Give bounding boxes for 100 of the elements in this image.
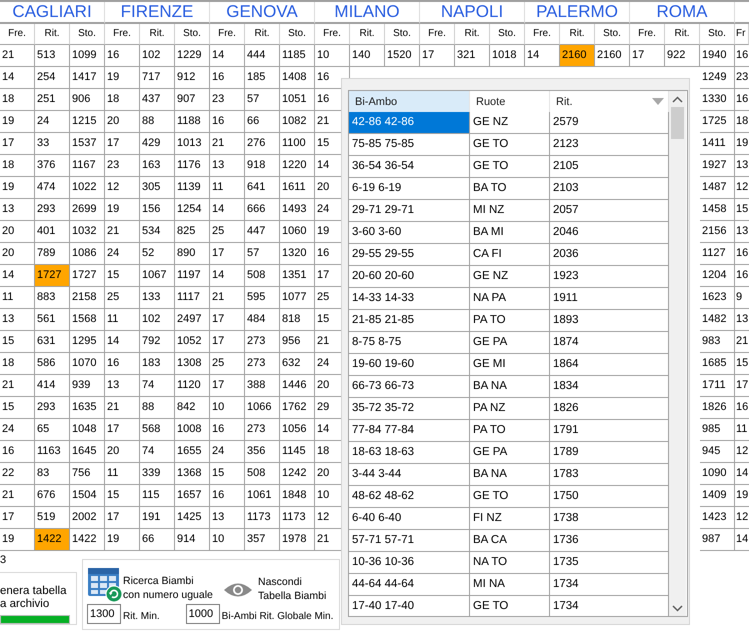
table-cell: 66 [245,111,280,133]
table-cell: 19 [105,529,140,551]
table-cell[interactable]: GE NZ [470,266,550,288]
city-header: MILANO [315,2,420,24]
table-cell[interactable]: 19-60 19-60 [349,354,470,376]
table-cell[interactable]: 44-64 44-64 [349,574,470,596]
table-cell: 1197 [175,265,210,287]
table-cell[interactable]: 29-55 29-55 [349,244,470,266]
table-cell[interactable]: NA PA [470,288,550,310]
city-header: ROMA [630,2,735,24]
table-cell[interactable]: FI NZ [470,508,550,530]
input-field[interactable]: 1000 [186,604,220,624]
table-cell[interactable]: GE NZ [470,112,550,134]
table-cell: 15 [210,463,245,485]
table-cell: 24 [35,111,70,133]
table-cell[interactable]: MI NA [470,574,550,596]
table-cell[interactable]: 3-44 3-44 [349,464,470,486]
table-cell[interactable]: MI NZ [470,200,550,222]
table-cell: 1215 [70,111,105,133]
hide-button-label[interactable]: Nascondi Tabella Biambi [258,575,326,603]
table-cell: 1032 [70,221,105,243]
table-cell: 1368 [175,463,210,485]
table-cell: 1657 [175,485,210,507]
table-cell[interactable]: BA TO [470,178,550,200]
table-cell[interactable]: 8-75 8-75 [349,332,470,354]
table-cell: 10 [210,397,245,419]
table-cell[interactable]: 57-71 57-71 [349,530,470,552]
column-header: Fre. [0,24,35,45]
table-cell: 595 [245,287,280,309]
table-cell: 632 [280,353,315,375]
table-cell[interactable]: GE MI [470,354,550,376]
table-cell: 17 [105,419,140,441]
column-header: Sto. [490,24,525,45]
table-cell: 1978 [280,529,315,551]
table-cell: 513 [35,45,70,67]
table-cell[interactable]: 20-60 20-60 [349,266,470,288]
table-cell[interactable]: 77-84 77-84 [349,420,470,442]
table-cell[interactable]: 29-71 29-71 [349,200,470,222]
table-cell: 1308 [175,353,210,375]
input-field[interactable]: 1300 [87,604,121,624]
table-cell: 74 [140,375,175,397]
table-cell[interactable]: 17-40 17-40 [349,596,470,616]
table-cell[interactable]: BA MI [470,222,550,244]
table-cell: 1826 [700,397,735,419]
table-cell: 792 [140,331,175,353]
table-cell: 1295 [70,331,105,353]
table-cell: 1417 [70,67,105,89]
table-cell: 825 [175,221,210,243]
table-cell[interactable]: 36-54 36-54 [349,156,470,178]
table-cell[interactable]: BA CA [470,530,550,552]
table-cell: 2158 [70,287,105,309]
table-cell: 983 [700,331,735,353]
table-cell[interactable]: 6-19 6-19 [349,178,470,200]
table-cell[interactable]: 3-60 3-60 [349,222,470,244]
table-cell[interactable]: NA TO [470,552,550,574]
table-cell: 1056 [280,419,315,441]
table-cell[interactable]: BA NA [470,464,550,486]
table-cell: 906 [70,89,105,111]
table-cell[interactable]: GE PA [470,332,550,354]
table-cell[interactable]: CA FI [470,244,550,266]
table-cell[interactable]: 14-33 14-33 [349,288,470,310]
table-cell: 16 [210,419,245,441]
table-cell[interactable]: PA TO [470,420,550,442]
table-cell: 1008 [175,419,210,441]
table-cell[interactable]: GE TO [470,596,550,616]
column-header: Fre. [105,24,140,45]
table-cell[interactable]: GE TO [470,486,550,508]
table-cell[interactable]: 18-63 18-63 [349,442,470,464]
table-cell[interactable]: GE TO [470,156,550,178]
table-cell: 102 [140,309,175,331]
table-cell: 17 [210,243,245,265]
table-cell: 1411 [700,133,735,155]
table-cell: 1685 [700,353,735,375]
table-cell[interactable]: 66-73 66-73 [349,376,470,398]
table-cell[interactable]: 21-85 21-85 [349,310,470,332]
table-cell[interactable]: BA NA [470,376,550,398]
table-cell[interactable]: 75-85 75-85 [349,134,470,156]
table-cell: 1067 [140,265,175,287]
table-cell: 273 [245,331,280,353]
table-cell[interactable]: 35-72 35-72 [349,398,470,420]
table-cell[interactable]: PA NZ [470,398,550,420]
generate-label[interactable]: enera tabella a archivio [0,585,76,611]
table-cell[interactable]: 10-36 10-36 [349,552,470,574]
table-cell: 13 [735,221,749,243]
field-label: Rit. Min. [123,610,160,624]
table-cell[interactable]: GE PA [470,442,550,464]
table-cell[interactable]: 6-40 6-40 [349,508,470,530]
table-cell[interactable]: GE TO [470,134,550,156]
table-cell: 254 [35,67,70,89]
table-cell: 818 [280,309,315,331]
table-cell: 57 [245,89,280,111]
scrollbar[interactable] [669,91,686,616]
table-cell[interactable]: 48-62 48-62 [349,486,470,508]
table-cell[interactable]: PA TO [470,310,550,332]
table-cell: 15 [105,265,140,287]
column-header[interactable]: Bi-Ambo [349,91,470,112]
search-button-label[interactable]: Ricerca Biambi con numero uguale [123,574,213,602]
scrollbar-thumb[interactable] [671,107,684,139]
table-cell: 414 [35,375,70,397]
table-cell[interactable]: 42-86 42-86 [349,112,470,134]
